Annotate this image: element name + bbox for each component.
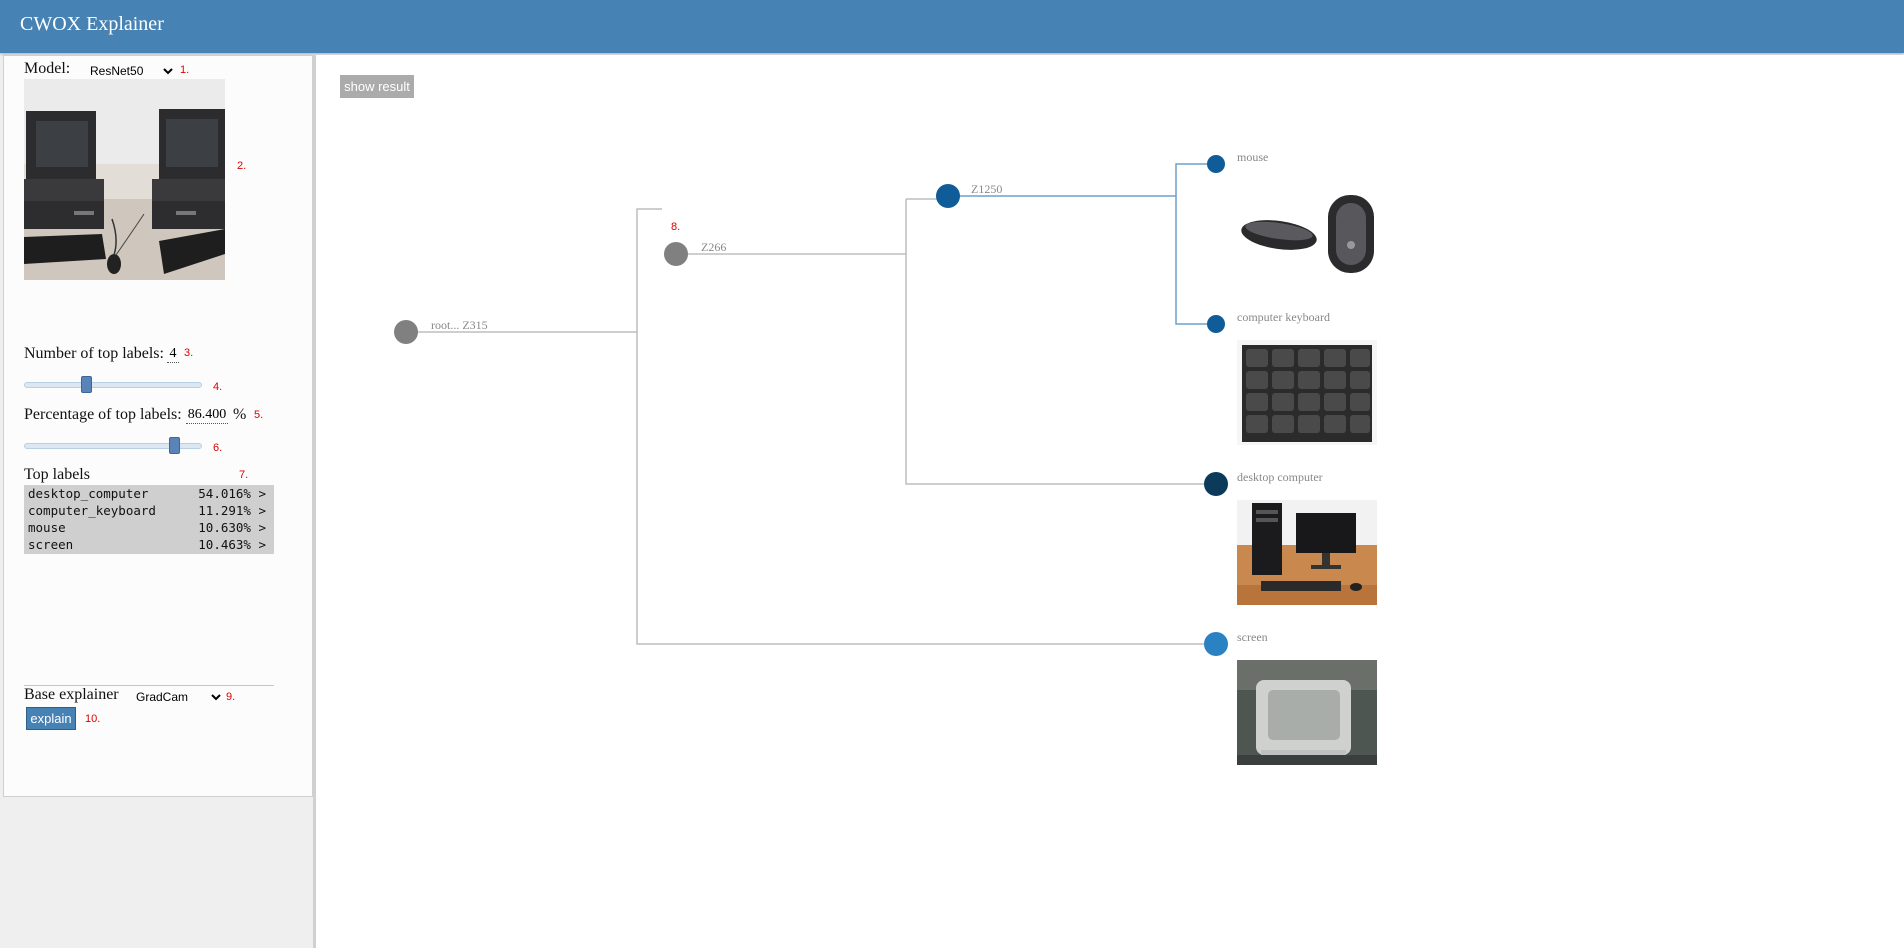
num-top-labels-slider[interactable] [24,376,202,393]
keyboard-thumbnail [1237,340,1377,445]
pct-top-labels-slider[interactable] [24,437,202,454]
base-explainer-select[interactable]: GradCam [132,688,224,706]
tree-edge [636,332,1216,645]
top-label-name: screen [28,537,74,552]
tree-leaf-mouse[interactable] [1207,155,1225,173]
top-labels-list: desktop_computer 54.016% > computer_keyb… [24,485,274,554]
top-label-row[interactable]: mouse 10.630% > [24,519,274,536]
top-label-name: mouse [28,520,66,535]
top-label-row[interactable]: computer_keyboard 11.291% > [24,502,274,519]
step-marker-2: 2. [237,160,247,172]
control-panel: Model: ResNet50 1. 2. Number of top labe… [3,55,313,797]
tree-node-z266[interactable] [664,242,688,266]
top-label-row[interactable]: screen 10.463% > [24,536,274,553]
top-label-pct[interactable]: 54.016% > [198,485,266,502]
result-panel: show result root... Z315 Z266 8. Z1250 m… [313,55,1904,948]
app-header: CWOX Explainer [0,0,1904,53]
num-top-labels-slider-handle[interactable] [80,376,92,393]
top-label-pct[interactable]: 11.291% > [198,502,266,519]
tree-leaf-label: screen [1237,630,1268,644]
tree-leaf-computer-keyboard[interactable] [1207,315,1225,333]
pct-top-labels-slider-handle[interactable] [168,437,180,454]
step-marker-10: 10. [85,713,101,725]
model-label: Model: [24,60,71,77]
top-label-row[interactable]: desktop_computer 54.016% > [24,485,274,502]
top-label-pct[interactable]: 10.463% > [198,536,266,553]
tree-node-root[interactable] [394,320,418,344]
top-label-pct[interactable]: 10.630% > [198,519,266,536]
num-top-labels-input[interactable] [167,346,179,363]
pct-unit: % [233,406,247,423]
tree-leaf-desktop-computer[interactable] [1204,472,1228,496]
step-marker-1: 1. [180,64,190,76]
tree-leaf-label: computer keyboard [1237,310,1330,324]
app-title: CWOX Explainer [20,13,164,35]
step-marker-3: 3. [184,347,194,359]
pct-top-labels-label: Percentage of top labels: [24,406,182,423]
step-marker-8: 8. [671,221,680,233]
step-marker-7: 7. [239,469,249,481]
tree-edge [406,208,662,333]
input-image [24,79,225,280]
tree-node-z1250[interactable] [936,184,960,208]
tree-edge [1175,196,1216,325]
top-label-name: desktop_computer [28,486,149,501]
label-hierarchy-tree: root... Z315 Z266 8. Z1250 mouse compute… [394,150,1377,765]
screen-thumbnail [1237,660,1377,765]
tree-leaf-label: mouse [1237,150,1268,164]
top-labels-title: Top labels [24,466,90,483]
step-marker-6: 6. [213,442,223,454]
model-select[interactable]: ResNet50 [86,62,176,80]
tree-leaf-screen[interactable] [1204,632,1228,656]
explain-button[interactable]: explain [26,707,76,730]
mouse-thumbnail [1237,190,1377,275]
tree-edge [905,254,1216,485]
desktop-computer-thumbnail [1237,500,1377,605]
tree-node-label: Z266 [701,240,726,254]
pct-top-labels-input[interactable] [186,407,228,424]
tree-node-label: Z1250 [971,182,1002,196]
top-label-name: computer_keyboard [28,503,156,518]
step-marker-5: 5. [254,409,264,421]
step-marker-4: 4. [213,381,223,393]
tree-leaf-label: desktop computer [1237,470,1323,484]
tree-node-label: root... Z315 [431,318,488,332]
step-marker-9: 9. [226,691,236,703]
num-top-labels-label: Number of top labels: [24,345,164,362]
base-explainer-label: Base explainer [24,686,119,703]
